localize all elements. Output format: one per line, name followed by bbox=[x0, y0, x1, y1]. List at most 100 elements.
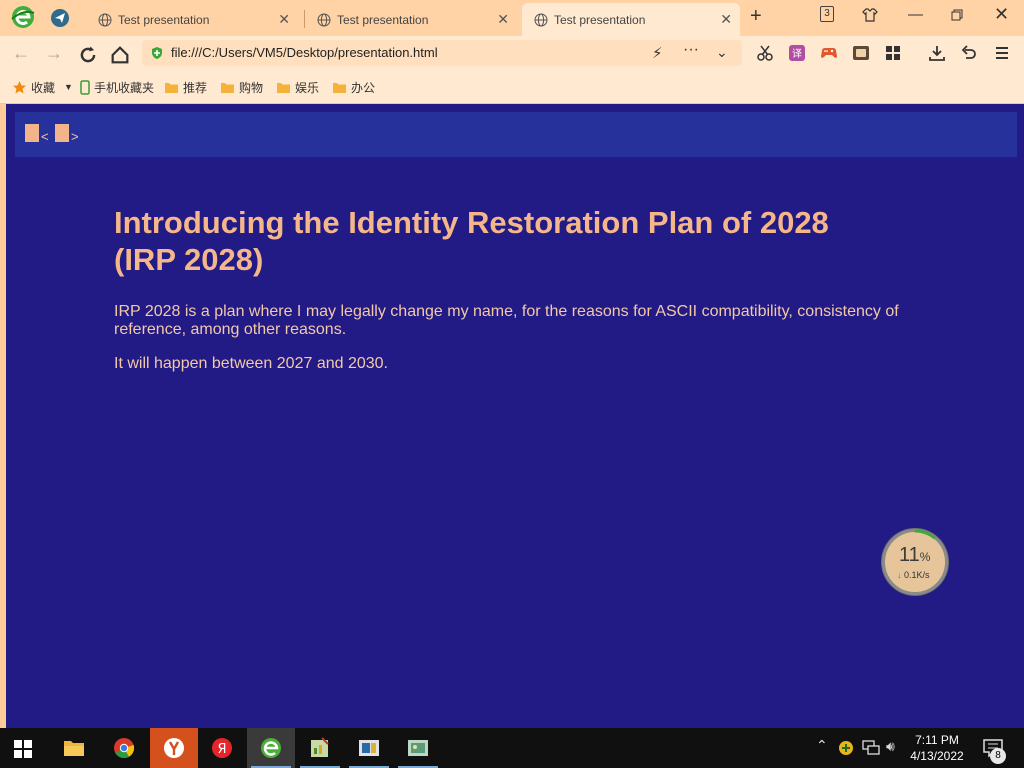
slide-next-button[interactable]: > bbox=[71, 129, 79, 144]
slide-paragraph: It will happen between 2027 and 2030. bbox=[114, 355, 388, 372]
shield-plus-icon bbox=[152, 47, 162, 59]
clock-time: 7:11 PM bbox=[915, 733, 959, 747]
tab-test-presentation-2[interactable]: Test presentation ✕ bbox=[305, 3, 517, 36]
forward-button[interactable]: → bbox=[43, 42, 65, 64]
download-arrow-icon: ↓ bbox=[897, 570, 902, 580]
reload-icon[interactable] bbox=[77, 44, 99, 66]
image-viewer-icon bbox=[408, 740, 428, 756]
slide-next-image[interactable] bbox=[55, 124, 69, 142]
restore-button[interactable] bbox=[951, 9, 963, 21]
taskbar-file-explorer[interactable] bbox=[50, 728, 98, 768]
load-percent: 11% bbox=[899, 544, 931, 566]
new-tab-button[interactable]: + bbox=[750, 6, 762, 26]
tab-test-presentation-3[interactable]: Test presentation ✕ bbox=[522, 3, 740, 36]
globe-icon bbox=[317, 13, 331, 26]
tab-title: Test presentation bbox=[118, 12, 210, 27]
slide-prev-image[interactable] bbox=[25, 124, 39, 142]
address-bar[interactable]: file:///C:/Users/VM5/Desktop/presentatio… bbox=[142, 40, 742, 66]
folder-icon bbox=[165, 83, 178, 93]
taskbar-yandex-browser[interactable] bbox=[150, 728, 198, 768]
translate-icon[interactable]: 译 bbox=[788, 44, 806, 62]
show-hidden-icons-chevron[interactable]: ⌃ bbox=[816, 737, 828, 754]
system-clock[interactable]: 7:11 PM 4/13/2022 bbox=[902, 732, 972, 764]
globe-icon bbox=[98, 13, 112, 26]
scissors-icon[interactable] bbox=[756, 44, 774, 62]
bookmark-label: 办公 bbox=[351, 81, 376, 95]
svg-text:Я: Я bbox=[217, 742, 226, 757]
close-tab-icon[interactable]: ✕ bbox=[497, 12, 509, 26]
minimize-button[interactable]: — bbox=[908, 6, 923, 23]
tab-title: Test presentation bbox=[554, 12, 646, 27]
bookmark-label: 手机收藏夹 bbox=[94, 81, 155, 95]
page-viewport: < > Introducing the Identity Restoration… bbox=[6, 104, 1024, 728]
extension-box-icon[interactable] bbox=[852, 44, 870, 62]
bookmark-folder-shopping[interactable]: 购物 bbox=[220, 79, 263, 96]
slide-title: Introducing the Identity Restoration Pla… bbox=[114, 205, 829, 277]
slide-navigation-bar: < > bbox=[15, 112, 1017, 157]
folder-icon bbox=[333, 83, 346, 93]
chevron-down-icon[interactable]: ⌄ bbox=[716, 44, 728, 61]
yandex-icon: Я bbox=[212, 738, 232, 758]
folder-icon bbox=[221, 83, 234, 93]
tab-test-presentation-1[interactable]: Test presentation ✕ bbox=[86, 3, 298, 36]
star-icon bbox=[13, 81, 26, 94]
windows-start-icon[interactable] bbox=[14, 740, 32, 758]
bookmark-folder-recommend[interactable]: 推荐 bbox=[164, 79, 207, 96]
bookmark-mobile-favorites[interactable]: 手机收藏夹 bbox=[80, 79, 154, 96]
lightning-icon[interactable]: ⚡ bbox=[652, 44, 663, 62]
network-rate: ↓ 0.1K/s bbox=[897, 570, 930, 580]
bookmark-label: 购物 bbox=[239, 81, 264, 95]
taskbar-yandex[interactable]: Я bbox=[198, 728, 246, 768]
home-icon[interactable] bbox=[109, 44, 131, 66]
shirt-icon[interactable] bbox=[862, 7, 878, 23]
bookmarks-bar: 收藏 ▼ 手机收藏夹 推荐 购物 娱乐 办公 bbox=[0, 70, 1024, 104]
bookmark-label: 收藏 bbox=[31, 81, 56, 95]
bookmark-folder-office[interactable]: 办公 bbox=[332, 79, 375, 96]
send-icon[interactable] bbox=[50, 8, 70, 28]
chrome-icon bbox=[114, 738, 135, 759]
bookmark-label: 娱乐 bbox=[295, 81, 320, 95]
undo-icon[interactable] bbox=[960, 44, 978, 62]
chart-notepad-icon bbox=[311, 737, 329, 757]
network-speed-widget[interactable]: 11% ↓ 0.1K/s bbox=[882, 529, 948, 595]
bookmark-dropdown-icon[interactable]: ▼ bbox=[64, 82, 73, 92]
back-button[interactable]: ← bbox=[10, 42, 32, 64]
menu-icon[interactable] bbox=[993, 44, 1011, 62]
tab-count-button[interactable]: 3 bbox=[820, 6, 834, 22]
close-tab-icon[interactable]: ✕ bbox=[720, 12, 732, 26]
slide-paragraph: IRP 2028 is a plan where I may legally c… bbox=[114, 303, 899, 338]
download-icon[interactable] bbox=[928, 44, 946, 62]
slide-prev-button[interactable]: < bbox=[41, 129, 49, 144]
bookmark-folder-entertainment[interactable]: 娱乐 bbox=[276, 79, 319, 96]
windows-taskbar: Я ⌃ 🔊︎ 7:11 PM 4/13/2022 8 bbox=[0, 728, 1024, 768]
taskbar-chrome[interactable] bbox=[100, 728, 148, 768]
apps-grid-icon[interactable] bbox=[884, 44, 902, 62]
taskbar-image-viewer[interactable] bbox=[394, 728, 442, 768]
close-window-button[interactable]: ✕ bbox=[994, 4, 1009, 25]
network-icon[interactable] bbox=[862, 740, 880, 756]
folder-icon bbox=[64, 741, 84, 756]
more-options-icon[interactable]: ··· bbox=[683, 41, 699, 59]
phone-icon bbox=[80, 80, 90, 95]
browser-e-icon bbox=[261, 738, 281, 758]
close-tab-icon[interactable]: ✕ bbox=[278, 12, 290, 26]
bookmark-favorites[interactable]: 收藏 bbox=[12, 79, 55, 96]
browser-tab-bar: Test presentation ✕ Test presentation ✕ … bbox=[0, 0, 1024, 36]
browser-logo-icon[interactable] bbox=[10, 4, 36, 30]
browser-navigation-bar: ← → file:///C:/Users/VM5/Desktop/present… bbox=[0, 36, 1024, 70]
globe-icon bbox=[534, 13, 548, 26]
app-window-icon bbox=[359, 740, 379, 756]
bookmark-label: 推荐 bbox=[183, 81, 208, 95]
yandex-browser-icon bbox=[164, 738, 184, 758]
taskbar-360-browser[interactable] bbox=[247, 728, 295, 768]
tab-title: Test presentation bbox=[337, 12, 429, 27]
url-text: file:///C:/Users/VM5/Desktop/presentatio… bbox=[171, 45, 438, 60]
security-tray-icon[interactable] bbox=[838, 740, 854, 756]
svg-text:译: 译 bbox=[792, 48, 802, 60]
folder-icon bbox=[277, 83, 290, 93]
taskbar-app-window[interactable] bbox=[345, 728, 393, 768]
clock-date: 4/13/2022 bbox=[910, 749, 964, 763]
volume-icon[interactable]: 🔊︎ bbox=[886, 738, 895, 755]
taskbar-notepad-app[interactable] bbox=[296, 728, 344, 768]
game-controller-icon[interactable] bbox=[820, 44, 838, 62]
